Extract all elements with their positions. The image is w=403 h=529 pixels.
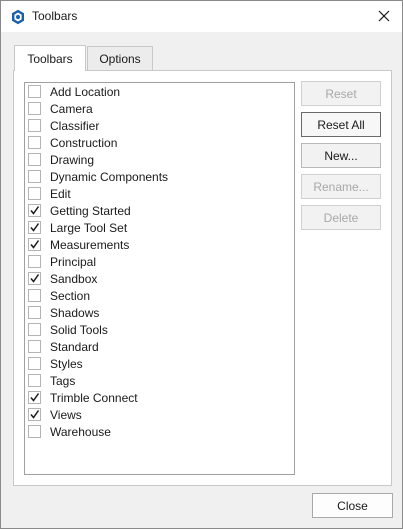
- toolbar-list-item[interactable]: Drawing: [28, 151, 94, 168]
- toolbar-list-item-label: Add Location: [50, 84, 121, 99]
- close-button[interactable]: Close: [312, 493, 393, 518]
- toolbar-list[interactable]: Add Location Camera Classifier Construction…: [24, 82, 295, 475]
- checked-checkbox[interactable]: [28, 391, 41, 404]
- toolbar-list-item[interactable]: Shadows: [28, 304, 99, 321]
- toolbar-list-item-label: Camera: [50, 101, 93, 116]
- checked-checkbox[interactable]: [28, 272, 41, 285]
- title-bar: Toolbars: [1, 1, 402, 32]
- toolbar-list-item[interactable]: Add Location: [28, 83, 120, 100]
- unchecked-checkbox[interactable]: [28, 425, 41, 438]
- toolbar-list-item-label: Sandbox: [50, 271, 98, 286]
- new-button[interactable]: New...: [301, 143, 381, 168]
- reset-button[interactable]: Reset: [301, 81, 381, 106]
- toolbar-list-item-label: Section: [50, 288, 91, 303]
- toolbar-list-item-label: Styles: [50, 356, 83, 371]
- toolbar-list-item-label: Getting Started: [50, 203, 131, 218]
- toolbar-list-item[interactable]: Construction: [28, 134, 117, 151]
- checked-checkbox[interactable]: [28, 238, 41, 251]
- toolbar-list-item[interactable]: Getting Started: [28, 202, 131, 219]
- toolbar-list-item-label: Views: [50, 407, 82, 422]
- unchecked-checkbox[interactable]: [28, 119, 41, 132]
- unchecked-checkbox[interactable]: [28, 306, 41, 319]
- unchecked-checkbox[interactable]: [28, 187, 41, 200]
- unchecked-checkbox[interactable]: [28, 170, 41, 183]
- unchecked-checkbox[interactable]: [28, 136, 41, 149]
- toolbar-list-item[interactable]: Camera: [28, 100, 93, 117]
- toolbar-list-item-label: Edit: [50, 186, 71, 201]
- toolbar-list-item[interactable]: Dynamic Components: [28, 168, 168, 185]
- unchecked-checkbox[interactable]: [28, 102, 41, 115]
- tab-toolbars[interactable]: Toolbars: [14, 45, 86, 71]
- unchecked-checkbox[interactable]: [28, 340, 41, 353]
- toolbar-list-item-label: Measurements: [50, 237, 130, 252]
- toolbar-list-item[interactable]: Tags: [28, 372, 75, 389]
- toolbar-list-item-label: Standard: [50, 339, 99, 354]
- toolbar-list-item[interactable]: Section: [28, 287, 90, 304]
- toolbar-list-item[interactable]: Large Tool Set: [28, 219, 127, 236]
- toolbar-list-item-label: Shadows: [50, 305, 100, 320]
- toolbar-list-item[interactable]: Edit: [28, 185, 71, 202]
- toolbar-list-item[interactable]: Solid Tools: [28, 321, 108, 338]
- toolbar-list-item-label: Solid Tools: [50, 322, 108, 337]
- toolbar-list-item-label: Construction: [50, 135, 118, 150]
- toolbar-list-item[interactable]: Standard: [28, 338, 99, 355]
- unchecked-checkbox[interactable]: [28, 255, 41, 268]
- unchecked-checkbox[interactable]: [28, 153, 41, 166]
- checked-checkbox[interactable]: [28, 221, 41, 234]
- unchecked-checkbox[interactable]: [28, 289, 41, 302]
- toolbar-list-item-label: Principal: [50, 254, 97, 269]
- toolbar-list-item-label: Large Tool Set: [50, 220, 128, 235]
- unchecked-checkbox[interactable]: [28, 374, 41, 387]
- reset-all-button[interactable]: Reset All: [301, 112, 381, 137]
- toolbar-list-item-label: Trimble Connect: [50, 390, 138, 405]
- checked-checkbox[interactable]: [28, 408, 41, 421]
- close-icon[interactable]: [370, 3, 398, 29]
- toolbar-list-item[interactable]: Warehouse: [28, 423, 111, 440]
- rename-button[interactable]: Rename...: [301, 174, 381, 199]
- checked-checkbox[interactable]: [28, 204, 41, 217]
- sketchup-logo-icon: [11, 9, 25, 25]
- toolbar-list-item[interactable]: Trimble Connect: [28, 389, 138, 406]
- toolbars-dialog: Toolbars Toolbars Options Add Location Ca…: [0, 0, 403, 529]
- toolbar-list-item[interactable]: Views: [28, 406, 82, 423]
- toolbar-list-item[interactable]: Measurements: [28, 236, 129, 253]
- toolbar-list-item[interactable]: Classifier: [28, 117, 99, 134]
- window-title: Toolbars: [32, 9, 78, 23]
- toolbar-list-item-label: Warehouse: [50, 424, 111, 439]
- unchecked-checkbox[interactable]: [28, 85, 41, 98]
- toolbar-list-item-label: Classifier: [50, 118, 100, 133]
- toolbar-list-item[interactable]: Principal: [28, 253, 96, 270]
- delete-button[interactable]: Delete: [301, 205, 381, 230]
- toolbar-list-item[interactable]: Styles: [28, 355, 83, 372]
- tab-options[interactable]: Options: [87, 46, 153, 70]
- toolbar-list-item-label: Tags: [50, 373, 76, 388]
- toolbar-list-item-label: Drawing: [50, 152, 95, 167]
- toolbar-list-item[interactable]: Sandbox: [28, 270, 97, 287]
- toolbar-list-item-label: Dynamic Components: [50, 169, 169, 184]
- unchecked-checkbox[interactable]: [28, 357, 41, 370]
- unchecked-checkbox[interactable]: [28, 323, 41, 336]
